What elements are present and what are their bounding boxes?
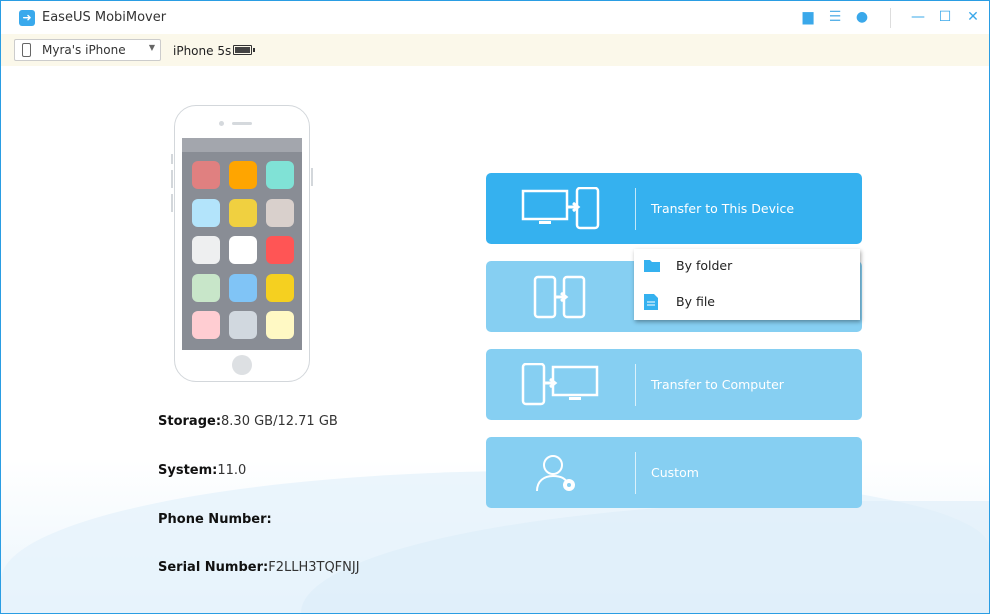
app-icon (266, 273, 294, 302)
transfer-to-this-device-button[interactable]: Transfer to This Device (486, 173, 862, 244)
close-icon[interactable]: ✕ (965, 9, 981, 25)
system-info: System:11.0 (158, 463, 247, 478)
menu-item-label: By file (676, 294, 715, 309)
menu-item-by-file[interactable]: By file (634, 285, 860, 320)
device-bar: Myra's iPhone ▼ iPhone 5s (1, 34, 989, 66)
divider (890, 8, 891, 28)
phone-to-phone-icon (533, 275, 586, 319)
feedback-icon[interactable]: ▆ (800, 9, 816, 25)
action-label: Custom (651, 465, 699, 480)
app-icon (266, 198, 294, 227)
globe-icon[interactable]: ● (854, 9, 870, 25)
storage-info: Storage:8.30 GB/12.71 GB (158, 414, 338, 429)
app-icon (229, 161, 257, 189)
phone-screen (182, 138, 302, 350)
app-icon (192, 311, 220, 339)
custom-button[interactable]: Custom (486, 437, 862, 508)
app-icon (266, 236, 294, 264)
phone-illustration (171, 105, 313, 382)
computer-to-phone-icon (521, 187, 600, 230)
phone-number-info: Phone Number: (158, 512, 272, 527)
app-icon (229, 311, 257, 339)
file-icon (644, 294, 658, 310)
menu-item-by-folder[interactable]: By folder (634, 249, 860, 284)
app-icon (192, 161, 220, 189)
serial-number-info: Serial Number:F2LLH3TQFNJJ (158, 560, 360, 575)
app-icon (192, 273, 220, 302)
transfer-dropdown-menu: By folder By file (634, 249, 860, 320)
action-label: Transfer to This Device (651, 201, 795, 216)
device-name: Myra's iPhone (42, 43, 126, 57)
menu-item-label: By folder (676, 258, 733, 273)
app-icon (266, 311, 294, 339)
folder-icon (644, 260, 660, 272)
action-label: Transfer to Computer (651, 377, 784, 392)
app-title: EaseUS MobiMover (42, 10, 167, 25)
device-model: iPhone 5s (173, 44, 232, 58)
app-icon (229, 273, 257, 302)
menu-icon[interactable]: ☰ (827, 9, 843, 25)
app-window: ➜ EaseUS MobiMover ▆ ☰ ● — ☐ ✕ Myra's iP… (0, 0, 990, 614)
chevron-down-icon: ▼ (148, 43, 155, 52)
maximize-icon[interactable]: ☐ (937, 9, 953, 25)
app-icon (266, 161, 294, 189)
device-select[interactable]: Myra's iPhone ▼ (14, 39, 161, 61)
app-logo-icon: ➜ (19, 10, 35, 26)
app-icon (229, 236, 257, 264)
battery-icon (233, 45, 255, 55)
transfer-to-computer-button[interactable]: Transfer to Computer (486, 349, 862, 420)
phone-to-computer-icon (521, 363, 599, 406)
app-icon (192, 236, 220, 264)
user-settings-icon (536, 455, 575, 492)
title-bar: ➜ EaseUS MobiMover ▆ ☰ ● — ☐ ✕ (1, 1, 989, 34)
app-icon (192, 198, 220, 227)
app-icon (229, 198, 257, 227)
home-button (232, 355, 252, 375)
minimize-icon[interactable]: — (910, 9, 926, 25)
phone-icon (22, 43, 31, 57)
